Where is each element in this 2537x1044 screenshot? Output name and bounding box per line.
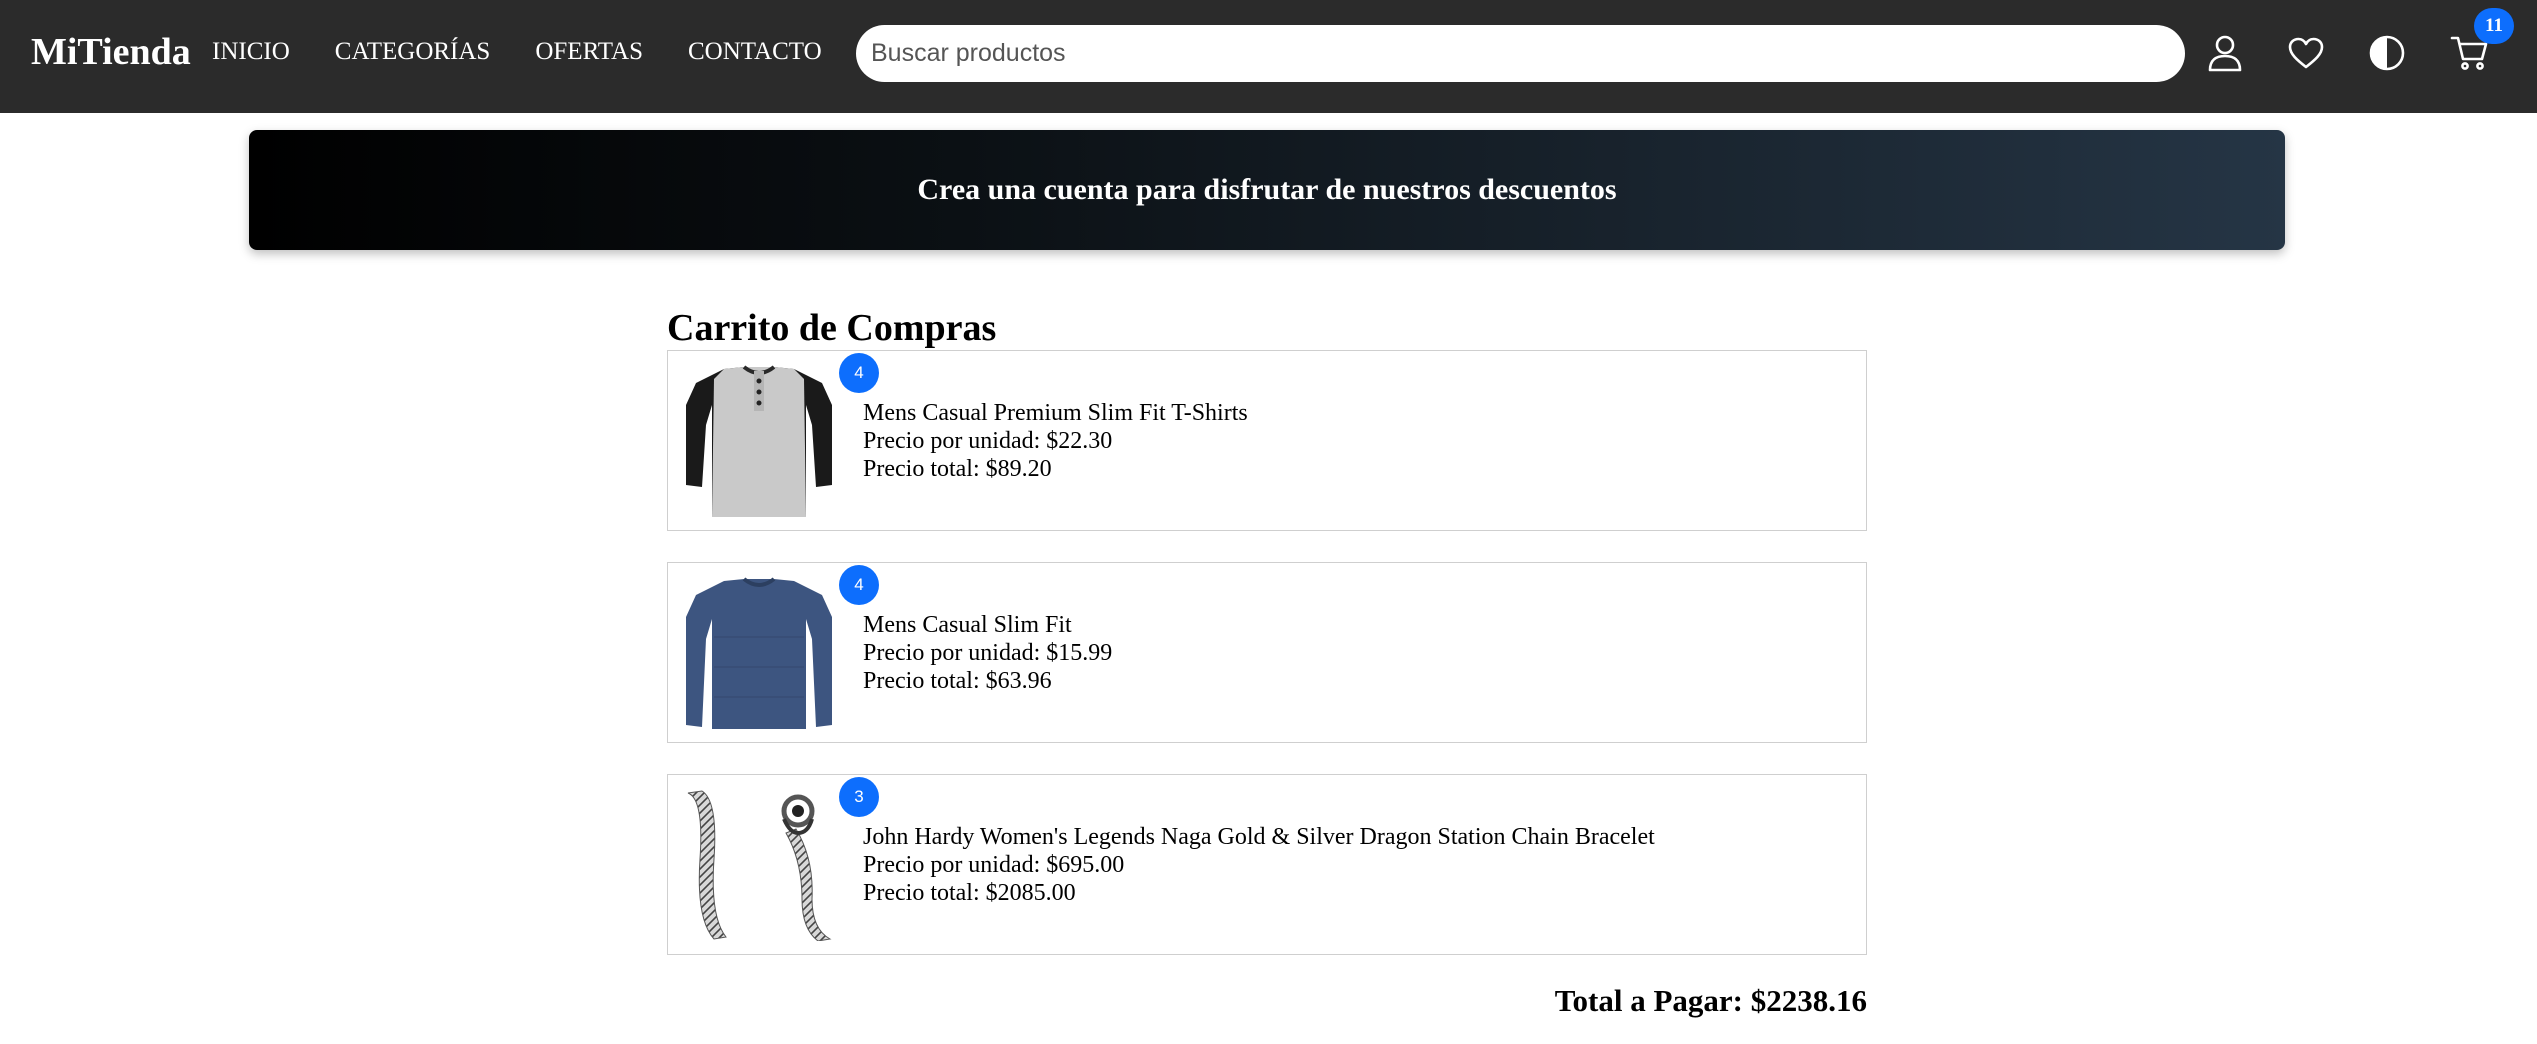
promo-banner-text: Crea una cuenta para disfrutar de nuestr… <box>917 173 1617 206</box>
quantity-badge: 4 <box>839 353 879 393</box>
site-logo[interactable]: MiTienda <box>31 30 191 74</box>
item-unit-price: Precio por unidad: $22.30 <box>863 428 1113 454</box>
top-navbar: MiTienda INICIO CATEGORÍAS OFERTAS CONTA… <box>0 0 2537 113</box>
cart-item: 4 Mens Casual Slim Fit Precio por unidad… <box>667 562 1867 743</box>
item-details: Mens Casual Premium Slim Fit T-Shirts Pr… <box>863 399 1248 483</box>
item-total-price: Precio total: $63.96 <box>863 668 1052 694</box>
item-total-price: Precio total: $89.20 <box>863 456 1052 482</box>
promo-banner: Crea una cuenta para disfrutar de nuestr… <box>249 130 2285 250</box>
cart-item: 4 Mens Casual Premium Slim Fit T-Shirts … <box>667 350 1867 531</box>
item-unit-price: Precio por unidad: $695.00 <box>863 852 1125 878</box>
nav-link-inicio[interactable]: INICIO <box>212 38 290 66</box>
theme-toggle-icon <box>2368 34 2406 72</box>
nav-link-categorias[interactable]: CATEGORÍAS <box>335 38 491 66</box>
cart-total: Total a Pagar: $2238.16 <box>1554 983 1867 1018</box>
item-details: John Hardy Women's Legends Naga Gold & S… <box>863 823 1655 907</box>
item-unit-price: Precio por unidad: $15.99 <box>863 640 1113 666</box>
product-image <box>684 577 834 729</box>
item-details: Mens Casual Slim Fit Precio por unidad: … <box>863 611 1112 695</box>
wishlist-button[interactable] <box>2284 29 2328 77</box>
product-image <box>684 789 834 942</box>
user-icon <box>2207 34 2243 72</box>
nav-link-ofertas[interactable]: OFERTAS <box>535 38 643 66</box>
item-total-price: Precio total: $2085.00 <box>863 880 1076 906</box>
account-button[interactable] <box>2203 29 2247 77</box>
nav-link-contacto[interactable]: CONTACTO <box>688 38 822 66</box>
quantity-badge: 3 <box>839 777 879 817</box>
search-input[interactable] <box>856 25 2185 82</box>
quantity-badge: 4 <box>839 565 879 605</box>
item-name: Mens Casual Slim Fit <box>863 612 1072 638</box>
item-name: Mens Casual Premium Slim Fit T-Shirts <box>863 400 1248 426</box>
item-name: John Hardy Women's Legends Naga Gold & S… <box>863 824 1655 850</box>
heart-icon <box>2287 36 2325 70</box>
cart-item: 3 John Hardy Women's Legends Naga Gold &… <box>667 774 1867 955</box>
main-nav: INICIO CATEGORÍAS OFERTAS CONTACTO <box>212 38 867 66</box>
theme-toggle-button[interactable] <box>2365 29 2409 77</box>
cart-title: Carrito de Compras <box>667 307 997 349</box>
cart-count-badge: 11 <box>2474 8 2514 44</box>
product-image <box>684 365 834 517</box>
